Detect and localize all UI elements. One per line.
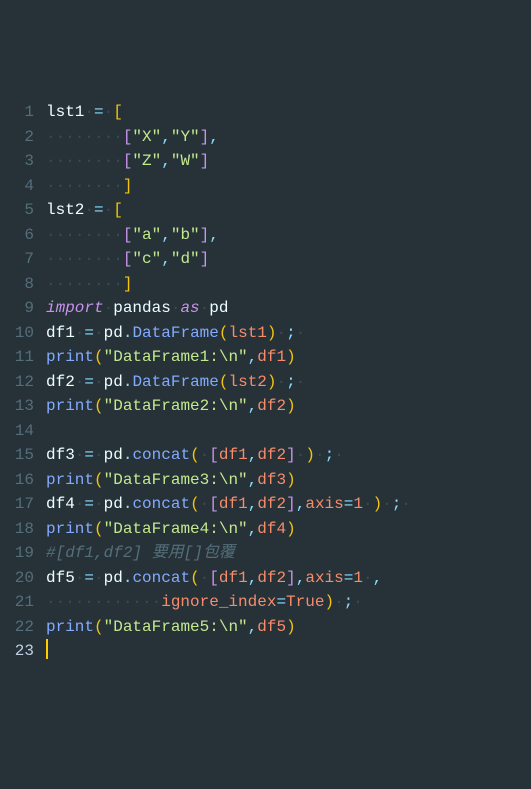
line-number: 6: [8, 223, 34, 248]
line-number: 5: [8, 198, 34, 223]
code-line[interactable]: ········]: [46, 174, 411, 199]
code-line[interactable]: #[df1,df2] 要用[]包覆: [46, 541, 411, 566]
code-line[interactable]: df2·=·pd.DataFrame(lst2)·;·: [46, 370, 411, 395]
line-number: 14: [8, 419, 34, 444]
line-number: 16: [8, 468, 34, 493]
code-line[interactable]: df4·=·pd.concat(·[df1,df2],axis=1·)·;·: [46, 492, 411, 517]
code-line[interactable]: import·pandas·as·pd: [46, 296, 411, 321]
line-number: 12: [8, 370, 34, 395]
code-editor[interactable]: 1234567891011121314151617181920212223 ls…: [0, 98, 531, 667]
code-line[interactable]: lst2·=·[: [46, 198, 411, 223]
code-line[interactable]: ········["Z","W"]: [46, 149, 411, 174]
code-line-current[interactable]: [46, 639, 411, 665]
line-number: 9: [8, 296, 34, 321]
code-line[interactable]: ········["c","d"]: [46, 247, 411, 272]
line-number: 11: [8, 345, 34, 370]
code-line[interactable]: df1·=·pd.DataFrame(lst1)·;·: [46, 321, 411, 346]
line-number: 8: [8, 272, 34, 297]
line-number: 17: [8, 492, 34, 517]
line-number-gutter: 1234567891011121314151617181920212223: [0, 98, 46, 667]
code-line[interactable]: ········["a","b"],: [46, 223, 411, 248]
code-line[interactable]: ········]: [46, 272, 411, 297]
line-number: 13: [8, 394, 34, 419]
code-line[interactable]: print("DataFrame4:\n",df4): [46, 517, 411, 542]
code-line[interactable]: print("DataFrame2:\n",df2): [46, 394, 411, 419]
text-cursor: [46, 639, 48, 659]
line-number: 15: [8, 443, 34, 468]
line-number: 10: [8, 321, 34, 346]
code-line[interactable]: print("DataFrame1:\n",df1): [46, 345, 411, 370]
line-number: 22: [8, 615, 34, 640]
line-number: 21: [8, 590, 34, 615]
line-number: 2: [8, 125, 34, 150]
code-line[interactable]: print("DataFrame3:\n",df3): [46, 468, 411, 493]
line-number: 4: [8, 174, 34, 199]
line-number: 19: [8, 541, 34, 566]
line-number: 20: [8, 566, 34, 591]
line-number: 18: [8, 517, 34, 542]
line-number: 7: [8, 247, 34, 272]
code-line[interactable]: ············ignore_index=True)·;·: [46, 590, 411, 615]
code-line[interactable]: ········["X","Y"],: [46, 125, 411, 150]
code-line[interactable]: df3·=·pd.concat(·[df1,df2]·)·;·: [46, 443, 411, 468]
code-line[interactable]: df5·=·pd.concat(·[df1,df2],axis=1·,: [46, 566, 411, 591]
code-line[interactable]: print("DataFrame5:\n",df5): [46, 615, 411, 640]
line-number: 1: [8, 100, 34, 125]
line-number: 3: [8, 149, 34, 174]
code-line[interactable]: lst1·=·[: [46, 100, 411, 125]
line-number-current: 23: [8, 639, 34, 664]
code-content[interactable]: lst1·=·[········["X","Y"],········["Z","…: [46, 98, 411, 667]
code-line[interactable]: [46, 419, 411, 444]
